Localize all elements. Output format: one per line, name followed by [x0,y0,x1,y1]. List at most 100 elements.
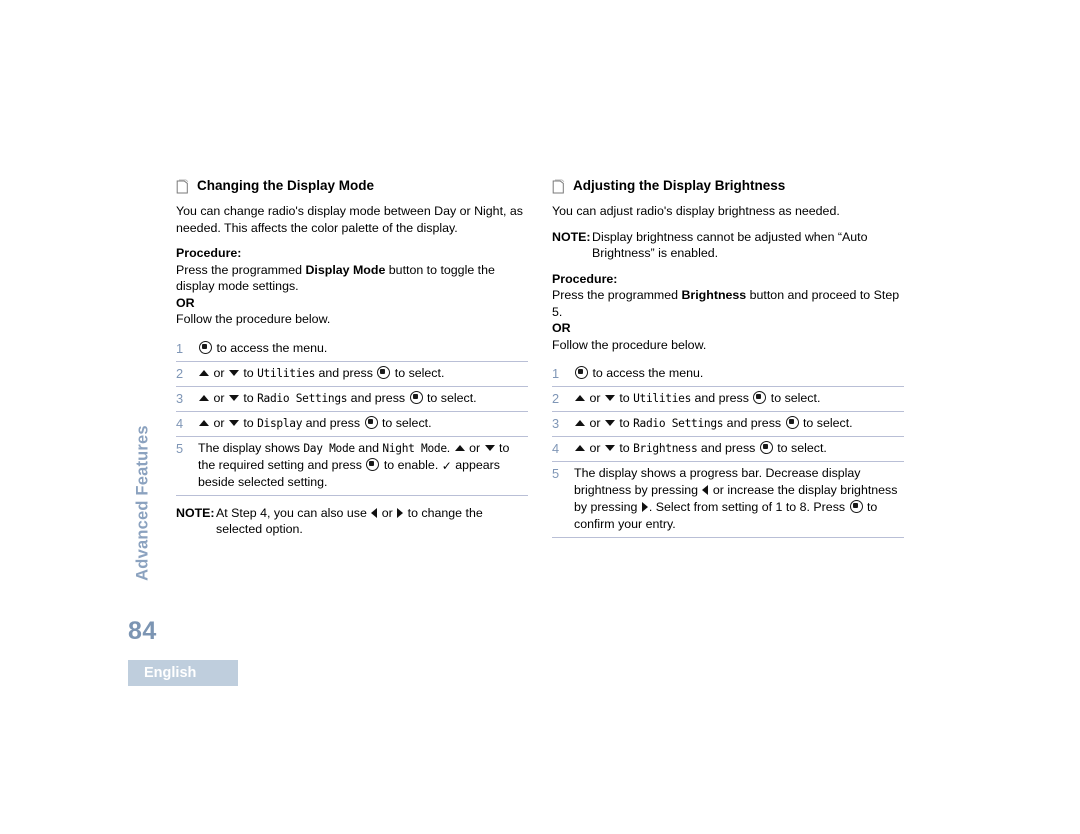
right-section-heading-text: Adjusting the Display Brightness [573,178,786,193]
up-triangle-icon [454,444,465,451]
step-number: 3 [552,416,560,431]
right-section-heading: Adjusting the Display Brightness [552,178,904,194]
left-column: Changing the Display Mode You can change… [176,178,528,544]
page-number: 84 [128,617,157,645]
left-or-label: OR [176,295,195,310]
right-procedure-text-a: Press the programmed [552,288,682,302]
step-text: to access the menu. [574,365,904,382]
menu-select-button-icon [753,391,767,404]
down-triangle-icon [604,445,615,451]
menu-item-name: Night Mode [382,441,447,455]
left-procedure-text-a: Press the programmed [176,262,306,277]
right-procedure-paragraph: Press the programmed Brightness button a… [552,287,904,320]
left-follow-text: Follow the procedure below. [176,312,331,326]
menu-select-button-icon [759,441,773,454]
left-section-heading: Changing the Display Mode [176,178,528,194]
procedure-step: 3 or to Radio Settings and press to sele… [176,387,528,412]
procedure-step: 2 or to Utilities and press to select. [176,362,528,387]
step-text: or to Display and press to select. [198,415,528,432]
language-badge-label: English [144,665,197,681]
checkmark-icon: ✓ [441,458,452,473]
down-triangle-icon [228,419,239,426]
menu-select-button-icon [199,340,212,354]
left-procedure-paragraph: Press the programmed Display Mode button… [176,262,528,295]
right-intro-paragraph: You can adjust radio's display brightnes… [552,204,840,218]
menu-item-name: Utilities [257,366,316,380]
procedure-step: 1 to access the menu. [176,337,528,362]
procedure-step: 3 or to Radio Settings and press to sele… [552,412,904,437]
left-note: NOTE: At Step 4, you can also use or to … [176,505,528,538]
right-or-label: OR [552,321,571,335]
page-document-icon [176,179,189,194]
down-triangle-icon [228,369,239,376]
left-intro-paragraph: You can change radio's display mode betw… [176,204,523,235]
menu-item-name: Brightness [633,442,698,455]
up-triangle-icon [575,420,585,426]
left-triangle-icon [371,507,378,518]
step-text: or to Utilities and press to select. [574,390,904,407]
step-text: or to Radio Settings and press to select… [198,390,528,407]
right-procedure-button-name: Brightness [681,288,747,302]
menu-select-button-icon [849,500,863,513]
chapter-side-tab: Advanced Features [128,408,158,598]
menu-select-button-icon [366,457,380,471]
right-note-body: Display brightness cannot be adjusted wh… [592,229,868,261]
step-number: 2 [552,391,560,406]
chapter-side-tab-label: Advanced Features [133,425,152,581]
up-triangle-icon [575,445,585,451]
step-number: 2 [176,365,184,381]
up-triangle-icon [575,395,585,401]
right-follow-text: Follow the procedure below. [552,337,707,352]
right-triangle-icon [397,507,404,518]
left-section-heading-text: Changing the Display Mode [197,178,375,193]
step-text: The display shows a progress bar. Decrea… [574,466,898,531]
step-number: 1 [552,366,560,381]
right-note: NOTE: Display brightness cannot be adjus… [552,229,904,262]
manual-page: Advanced Features 84 English Changing th… [0,0,1080,834]
step-text: The display shows Day Mode and Night Mod… [198,440,510,489]
menu-item-name: Day Mode [303,441,355,455]
step-number: 5 [552,466,560,481]
procedure-step: 5 The display shows Day Mode and Night Mo… [176,437,528,496]
up-triangle-icon [199,394,209,401]
page-document-icon [552,179,565,194]
step-text: or to Radio Settings and press to select… [574,415,904,432]
step-text: or to Utilities and press to select. [198,365,528,382]
procedure-step: 4 or to Brightness and press to select. [552,437,904,462]
down-triangle-icon [228,394,239,401]
menu-select-button-icon [409,390,423,404]
language-badge: English [128,660,238,686]
down-triangle-icon [484,444,495,451]
right-triangle-icon [641,502,648,512]
right-column: Adjusting the Display Brightness You can… [552,178,904,538]
left-note-label: NOTE: [176,505,215,520]
procedure-step: 4 or to Display and press to select. [176,412,528,437]
left-procedure-button-name: Display Mode [305,262,386,277]
right-procedure-label: Procedure: [552,271,618,286]
procedure-step: 2 or to Utilities and press to select. [552,387,904,412]
menu-select-button-icon [377,365,391,379]
step-number: 1 [176,340,184,356]
right-steps-list: 1 to access the menu. 2 or to Utilities a… [552,362,904,538]
menu-item-name: Display [257,416,303,430]
down-triangle-icon [604,420,615,426]
menu-select-button-icon [785,416,799,429]
step-number: 5 [176,440,184,456]
menu-item-name: Radio Settings [633,417,724,430]
step-number: 3 [176,390,184,406]
left-note-body: At Step 4, you can also use or to change… [216,505,483,537]
up-triangle-icon [199,419,209,426]
step-text: or to Brightness and press to select. [574,440,904,457]
left-steps-list: 1 to access the menu. 2 or to Utilities a… [176,337,528,496]
left-triangle-icon [702,485,709,495]
procedure-step: 5 The display shows a progress bar. Decre… [552,462,904,538]
step-number: 4 [176,415,184,431]
up-triangle-icon [199,369,209,376]
procedure-step: 1 to access the menu. [552,362,904,387]
step-text: to access the menu. [198,340,528,357]
menu-item-name: Radio Settings [257,391,348,405]
step-number: 4 [552,441,560,456]
menu-item-name: Utilities [633,392,692,405]
menu-select-button-icon [364,415,378,429]
left-procedure-label: Procedure: [176,246,242,260]
